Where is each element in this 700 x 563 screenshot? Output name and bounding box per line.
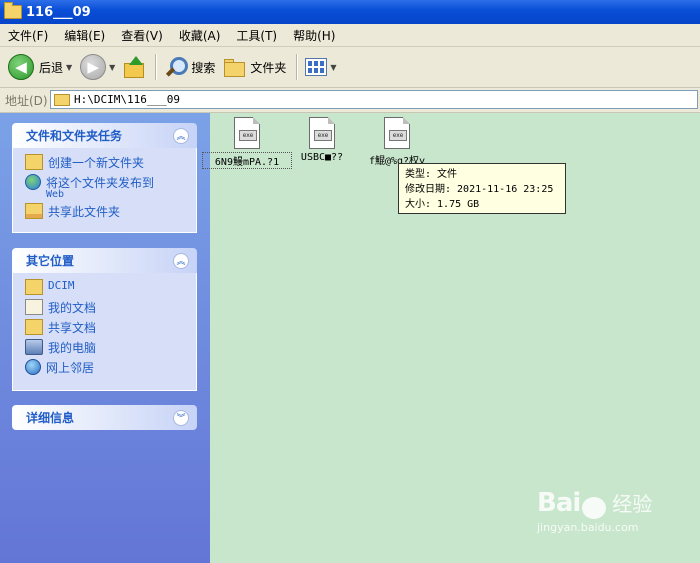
search-label: 搜索 bbox=[191, 60, 216, 75]
folders-label: 文件夹 bbox=[250, 60, 287, 75]
new-folder-icon bbox=[25, 154, 43, 170]
folder-up-icon bbox=[123, 56, 145, 78]
folders-icon bbox=[223, 58, 246, 77]
file-tasks-body: 创建一个新文件夹 将这个文件夹发布到 Web 共享此文件夹 bbox=[12, 148, 197, 233]
expand-icon[interactable]: ︾ bbox=[173, 409, 189, 426]
menu-file[interactable]: 文件(F) bbox=[0, 27, 56, 44]
task-label: 共享此文件夹 bbox=[48, 205, 121, 219]
toolbar-separator bbox=[296, 54, 298, 80]
place-network[interactable]: 网上邻居 bbox=[25, 359, 196, 379]
address-path: H:\DCIM\116___09 bbox=[74, 93, 180, 106]
search-button[interactable]: 搜索 bbox=[164, 56, 215, 78]
place-shared-documents[interactable]: 共享文档 bbox=[25, 319, 196, 339]
baidu-watermark: Bai 经验 jingyan.baidu.com bbox=[537, 488, 687, 550]
up-button[interactable] bbox=[123, 56, 145, 78]
place-dcim[interactable]: DCIM bbox=[25, 279, 196, 299]
folder-icon bbox=[54, 93, 70, 106]
other-places-title: 其它位置 bbox=[26, 254, 75, 268]
unknown-file-icon: exe bbox=[384, 117, 410, 149]
back-arrow-icon: ◀ bbox=[8, 54, 34, 80]
collapse-icon[interactable]: ︽ bbox=[173, 127, 189, 144]
my-documents-icon bbox=[25, 299, 43, 315]
details-panel: 详细信息 ︾ bbox=[12, 405, 197, 430]
place-label: 我的文档 bbox=[48, 301, 97, 315]
folders-button[interactable]: 文件夹 bbox=[223, 58, 287, 77]
publish-web-icon bbox=[25, 174, 41, 190]
search-icon bbox=[164, 56, 189, 78]
file-info-tooltip: 类型: 文件 修改日期: 2021-11-16 23:25 大小: 1.75 G… bbox=[398, 163, 566, 214]
unknown-file-icon: exe bbox=[309, 117, 335, 149]
views-icon bbox=[305, 58, 328, 76]
share-folder-icon bbox=[25, 203, 43, 219]
tooltip-size: 大小: 1.75 GB bbox=[405, 199, 480, 210]
other-places-panel: 其它位置 ︽ DCIM 我的文档 共享文档 我的电脑 网上邻居 bbox=[12, 248, 197, 391]
forward-arrow-icon: ▶ bbox=[80, 54, 107, 80]
toolbar-separator bbox=[155, 54, 157, 80]
menu-help[interactable]: 帮助(H) bbox=[285, 27, 343, 44]
place-my-documents[interactable]: 我的文档 bbox=[25, 299, 196, 319]
shared-documents-icon bbox=[25, 319, 43, 335]
task-new-folder[interactable]: 创建一个新文件夹 bbox=[25, 154, 196, 174]
menu-tools[interactable]: 工具(T) bbox=[228, 27, 285, 44]
menu-edit[interactable]: 编辑(E) bbox=[56, 27, 113, 44]
menu-favorites[interactable]: 收藏(A) bbox=[171, 27, 229, 44]
folder-icon bbox=[25, 279, 43, 295]
address-label: 地址(D) bbox=[5, 93, 48, 108]
network-icon bbox=[25, 359, 41, 375]
place-label: DCIM bbox=[48, 279, 75, 292]
folder-icon bbox=[4, 2, 22, 19]
address-input[interactable]: H:\DCIM\116___09 bbox=[50, 90, 698, 109]
back-dropdown-icon[interactable]: ▼ bbox=[66, 63, 72, 72]
paw-icon bbox=[582, 496, 607, 519]
details-header[interactable]: 详细信息 ︾ bbox=[12, 405, 197, 430]
unknown-file-icon: exe bbox=[234, 117, 260, 149]
views-button[interactable]: ▼ bbox=[305, 58, 337, 76]
tooltip-modified: 修改日期: 2021-11-16 23:25 bbox=[405, 184, 554, 195]
title-bar: 116___09 bbox=[0, 0, 700, 24]
tooltip-type: 类型: 文件 bbox=[405, 169, 458, 180]
file-tasks-panel: 文件和文件夹任务 ︽ 创建一个新文件夹 将这个文件夹发布到 Web 共享此文件夹 bbox=[12, 123, 197, 233]
views-dropdown-icon[interactable]: ▼ bbox=[330, 63, 336, 72]
task-share-folder[interactable]: 共享此文件夹 bbox=[25, 203, 196, 223]
place-label: 我的电脑 bbox=[48, 341, 97, 355]
back-button[interactable]: ◀ 后退 ▼ bbox=[8, 54, 72, 80]
forward-dropdown-icon[interactable]: ▼ bbox=[109, 63, 115, 72]
forward-button[interactable]: ▶ ▼ bbox=[80, 54, 115, 80]
place-label: 网上邻居 bbox=[46, 361, 95, 375]
file-item[interactable]: exe f鯤@%g?权y bbox=[352, 117, 442, 167]
other-places-header[interactable]: 其它位置 ︽ bbox=[12, 248, 197, 273]
my-computer-icon bbox=[25, 339, 43, 355]
task-label: 创建一个新文件夹 bbox=[48, 156, 145, 170]
address-bar: 地址(D) H:\DCIM\116___09 bbox=[0, 88, 700, 113]
collapse-icon[interactable]: ︽ bbox=[173, 252, 189, 269]
watermark-suffix: 经验 bbox=[612, 492, 653, 516]
file-tasks-title: 文件和文件夹任务 bbox=[26, 129, 123, 143]
watermark-url: jingyan.baidu.com bbox=[537, 520, 639, 534]
watermark-brand: Bai bbox=[537, 488, 581, 518]
menu-view[interactable]: 查看(V) bbox=[113, 27, 171, 44]
details-title: 详细信息 bbox=[26, 411, 75, 425]
file-tasks-header[interactable]: 文件和文件夹任务 ︽ bbox=[12, 123, 197, 148]
back-label: 后退 bbox=[39, 60, 64, 75]
other-places-body: DCIM 我的文档 共享文档 我的电脑 网上邻居 bbox=[12, 273, 197, 391]
toolbar: ◀ 后退 ▼ ▶ ▼ 搜索 文件夹 ▼ bbox=[0, 47, 700, 88]
menu-bar: 文件(F) 编辑(E) 查看(V) 收藏(A) 工具(T) 帮助(H) bbox=[0, 24, 700, 47]
task-pane: 文件和文件夹任务 ︽ 创建一个新文件夹 将这个文件夹发布到 Web 共享此文件夹… bbox=[0, 113, 210, 563]
window-title: 116___09 bbox=[26, 4, 91, 20]
place-label: 共享文档 bbox=[48, 321, 97, 335]
place-my-computer[interactable]: 我的电脑 bbox=[25, 339, 196, 359]
